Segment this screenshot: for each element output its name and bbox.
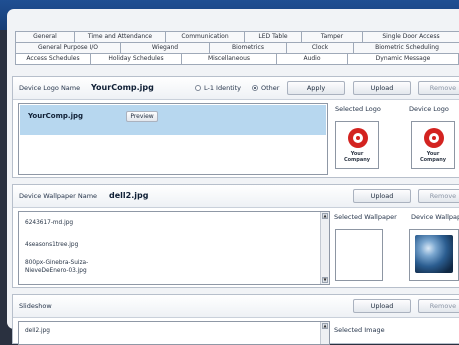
tab-audio[interactable]: Audio: [276, 53, 348, 64]
apply-button[interactable]: Apply: [287, 81, 345, 95]
device-logo-label: Device Logo: [409, 105, 449, 113]
scroll-down-icon[interactable]: ▼: [322, 277, 328, 283]
wallpaper-list-item[interactable]: 4seasons1tree.jpg: [25, 242, 78, 248]
tabbar-divider: [15, 64, 459, 65]
tab-clock[interactable]: Clock: [286, 42, 354, 53]
wallpaper-upload-button[interactable]: Upload: [353, 189, 411, 203]
wallpaper-panel: Device Wallpaper Name dell2.jpg Upload R…: [12, 184, 459, 288]
tab-single-door-access[interactable]: Single Door Access: [362, 31, 459, 42]
selected-wallpaper-label: Selected Wallpaper: [334, 213, 397, 221]
tab-biometrics[interactable]: Biometrics: [209, 42, 287, 53]
device-wallpaper-label: Device Wallpaper: [411, 213, 459, 221]
wallpaper-thumbnail: [415, 235, 453, 273]
tab-general-purpose-io[interactable]: General Purpose I/O: [15, 42, 121, 53]
wallpaper-remove-button[interactable]: Remove: [418, 189, 459, 203]
tab-access-schedules[interactable]: Access Schedules: [15, 53, 91, 64]
company-logo-icon: [424, 128, 444, 148]
logo-file-list[interactable]: YourComp.jpg Preview: [18, 103, 328, 175]
radio-other-label: Other: [261, 84, 280, 92]
tab-wiegand[interactable]: Wiegand: [120, 42, 210, 53]
wallpaper-name-label: Device Wallpaper Name: [19, 192, 98, 200]
slideshow-panel-header: Slideshow Upload Remove: [13, 295, 459, 318]
logo-name-label: Device Logo Name: [19, 84, 81, 92]
tab-tamper[interactable]: Tamper: [301, 31, 363, 42]
company-logo-icon: [348, 128, 368, 148]
logo-panel-header: Device Logo Name YourComp.jpg L-1 Identi…: [13, 77, 459, 100]
logo-remove-button[interactable]: Remove: [418, 81, 459, 95]
device-logo-image: Your Company: [411, 121, 455, 169]
preview-button[interactable]: Preview: [126, 111, 158, 122]
tab-biometric-scheduling[interactable]: Biometric Scheduling: [353, 42, 459, 53]
tab-miscellaneous[interactable]: Miscellaneous: [181, 53, 277, 64]
wallpaper-file-list[interactable]: 6243617-md.jpg 4seasons1tree.jpg 800px-G…: [18, 211, 330, 285]
radio-l1-identity[interactable]: [195, 85, 201, 91]
tab-led-table[interactable]: LED Table: [244, 31, 302, 42]
tab-time-attendance[interactable]: Time and Attendance: [74, 31, 166, 42]
wallpaper-list-item[interactable]: 6243617-md.jpg: [25, 220, 73, 226]
slideshow-list-scrollbar[interactable]: ▲: [320, 322, 329, 344]
wallpaper-list-item[interactable]: 800px-Ginebra-Suiza-: [25, 260, 88, 266]
tab-dynamic-message[interactable]: Dynamic Message: [347, 53, 459, 64]
wallpaper-list-item-cont[interactable]: NieveDeEnero-03.jpg: [25, 268, 87, 274]
selected-logo-image: Your Company: [335, 121, 379, 169]
selected-wallpaper-image: [335, 229, 383, 281]
slideshow-upload-button[interactable]: Upload: [353, 299, 411, 313]
scroll-up-icon[interactable]: ▲: [322, 213, 328, 219]
slideshow-remove-button[interactable]: Remove: [418, 299, 459, 313]
logo-caption-company: Company: [419, 157, 447, 163]
wallpaper-list-scrollbar[interactable]: ▲ ▼: [320, 212, 329, 284]
slideshow-label: Slideshow: [19, 302, 52, 310]
tab-row-1: General Time and Attendance Communicatio…: [15, 31, 459, 42]
selected-logo-label: Selected Logo: [335, 105, 381, 113]
logo-panel: Device Logo Name YourComp.jpg L-1 Identi…: [12, 76, 459, 178]
slideshow-list-item[interactable]: dell2.jpg: [25, 328, 50, 334]
logo-list-item-selected[interactable]: YourComp.jpg Preview: [20, 105, 326, 135]
tab-general[interactable]: General: [15, 31, 75, 42]
slideshow-file-list[interactable]: dell2.jpg ▲: [18, 321, 330, 345]
scroll-up-icon[interactable]: ▲: [322, 323, 328, 329]
wallpaper-panel-header: Device Wallpaper Name dell2.jpg Upload R…: [13, 185, 459, 208]
logo-caption-company: Company: [343, 157, 371, 163]
logo-upload-button[interactable]: Upload: [353, 81, 411, 95]
tab-row-3: Access Schedules Holiday Schedules Misce…: [15, 53, 459, 64]
selected-image-label: Selected Image: [334, 326, 385, 334]
tab-communication[interactable]: Communication: [165, 31, 245, 42]
radio-l1-label: L-1 Identity: [204, 84, 241, 92]
logo-name-value: YourComp.jpg: [91, 83, 154, 92]
tab-holiday-schedules[interactable]: Holiday Schedules: [90, 53, 182, 64]
logo-list-item-label: YourComp.jpg: [28, 112, 84, 120]
radio-other[interactable]: [252, 85, 258, 91]
wallpaper-name-value: dell2.jpg: [109, 191, 149, 200]
device-wallpaper-image: [409, 229, 459, 281]
tab-row-2: General Purpose I/O Wiegand Biometrics C…: [15, 42, 459, 53]
